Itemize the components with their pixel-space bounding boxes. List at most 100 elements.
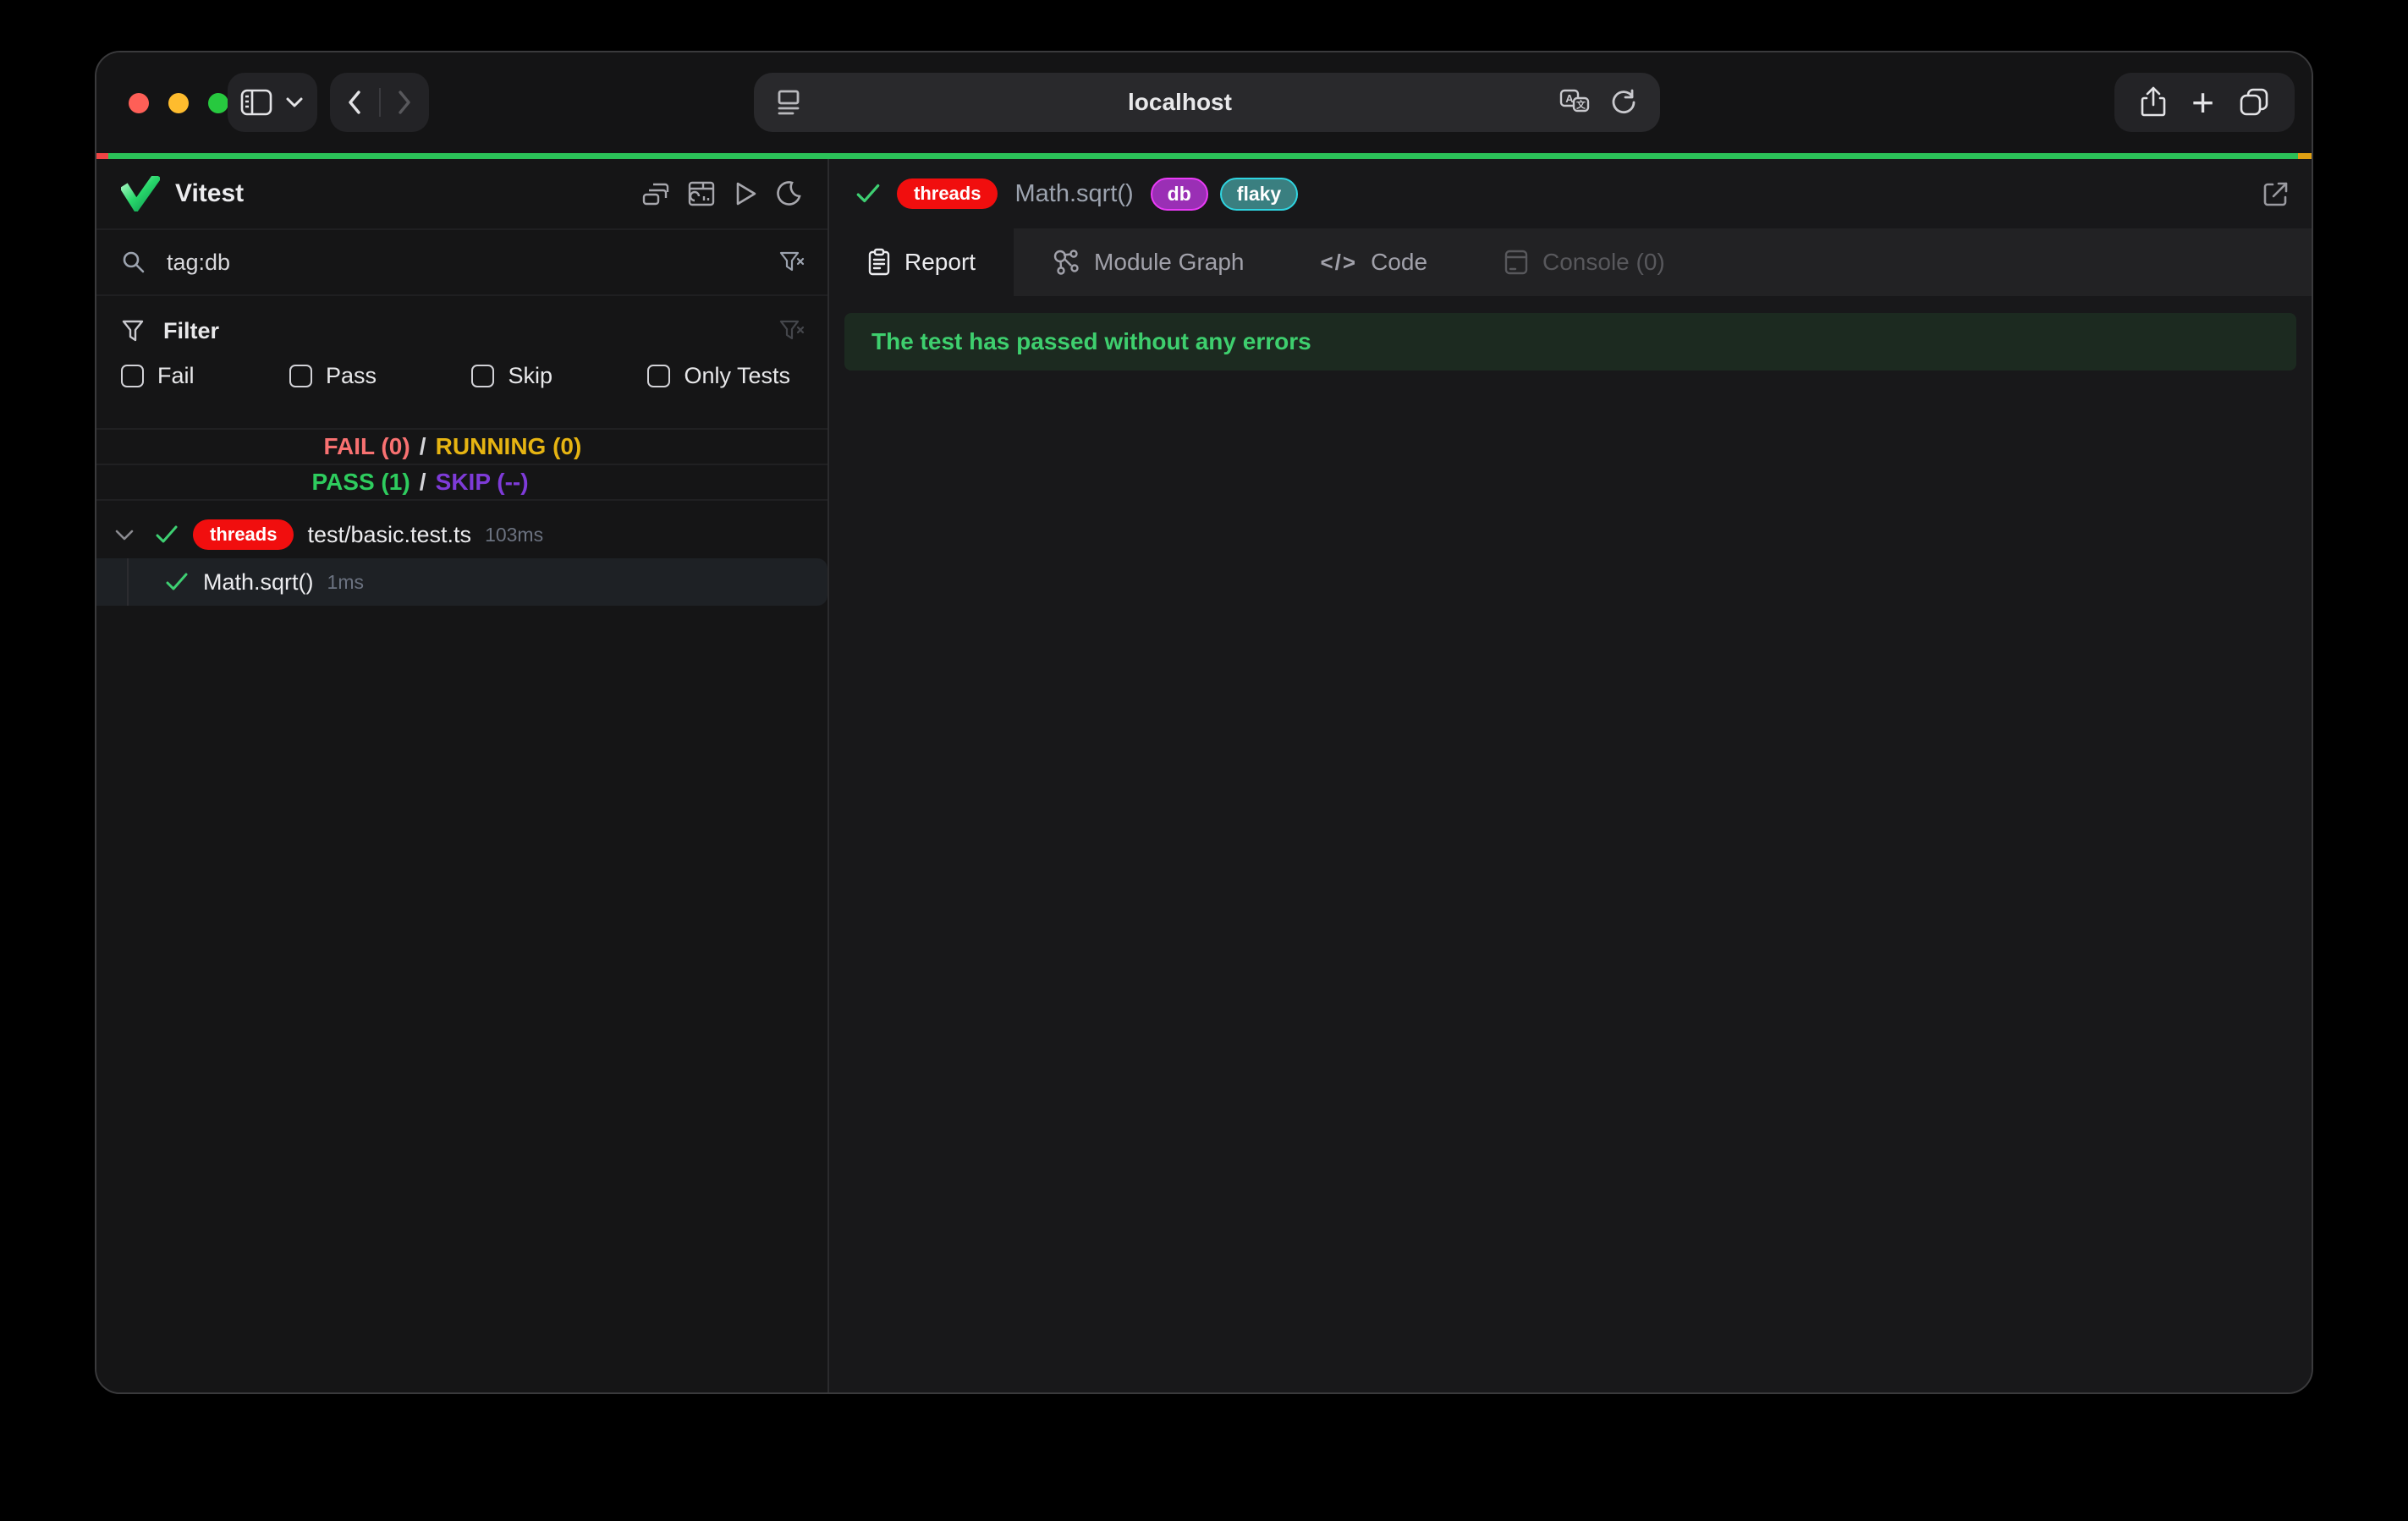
svg-text:文: 文 — [1576, 99, 1586, 111]
toggle-sidebar-button[interactable] — [240, 89, 272, 116]
test-case-row[interactable]: Math.sqrt() 1ms — [96, 558, 827, 606]
chevron-right-icon — [396, 89, 413, 116]
tab-label: Console (0) — [1542, 249, 1665, 276]
progress-fail-segment — [96, 153, 108, 159]
share-button[interactable] — [2140, 86, 2167, 118]
pass-count: PASS (1) — [96, 469, 410, 496]
pass-check-icon — [855, 182, 882, 206]
test-tree: threads test/basic.test.ts 103ms Math.sq… — [96, 511, 827, 1392]
checkbox-icon — [647, 365, 670, 387]
search-icon — [121, 250, 146, 275]
indent-guide — [127, 558, 129, 606]
test-detail-panel: threads Math.sqrt() db flaky — [829, 159, 2312, 1392]
zoom-button[interactable] — [208, 93, 228, 113]
sidebar-header: Vitest — [96, 159, 827, 228]
test-explorer-panel: Vitest — [96, 159, 829, 1392]
chevron-down-icon — [284, 96, 305, 109]
checkbox-icon — [121, 365, 144, 387]
running-count: RUNNING (0) — [436, 433, 827, 460]
test-file-name: test/basic.test.ts — [307, 522, 471, 548]
tag-badge-flaky: flaky — [1220, 178, 1298, 211]
detail-header: threads Math.sqrt() db flaky — [829, 159, 2312, 228]
search-row — [96, 228, 827, 296]
run-all-button[interactable] — [733, 180, 758, 207]
nav-button-group — [330, 73, 429, 132]
tabs-icon — [2239, 87, 2269, 118]
filter-title: Filter — [163, 318, 219, 344]
pass-check-icon — [154, 524, 179, 546]
search-input[interactable] — [165, 249, 778, 277]
collapse-icon — [641, 180, 670, 207]
checkbox-icon — [471, 365, 494, 387]
tab-module-graph[interactable]: Module Graph — [1014, 228, 1282, 296]
vitest-logo — [121, 176, 160, 211]
checkbox-label: Skip — [508, 363, 553, 389]
filter-checkbox-row: Fail Pass Skip Only Tests — [96, 352, 827, 399]
filter-checkbox-fail[interactable]: Fail — [121, 363, 195, 389]
progress-skip-segment — [2298, 153, 2312, 159]
forward-button[interactable] — [396, 89, 413, 116]
reload-icon — [1609, 88, 1638, 117]
test-file-row[interactable]: threads test/basic.test.ts 103ms — [96, 511, 827, 558]
address-bar[interactable]: localhost A 文 — [754, 73, 1660, 132]
pass-check-icon — [164, 571, 190, 593]
pass-banner-text: The test has passed without any errors — [871, 328, 1311, 355]
filter-icon — [121, 318, 145, 343]
sidebar-icon — [240, 89, 272, 116]
module-graph-icon — [1052, 248, 1080, 277]
filter-checkbox-pass[interactable]: Pass — [289, 363, 377, 389]
checkbox-label: Only Tests — [684, 363, 790, 389]
filter-checkbox-only-tests[interactable]: Only Tests — [647, 363, 790, 389]
tab-label: Code — [1371, 249, 1427, 276]
tab-report[interactable]: Report — [829, 228, 1014, 296]
report-icon — [867, 248, 891, 277]
translate-button[interactable]: A 文 — [1559, 88, 1592, 117]
browser-toolbar: localhost A 文 — [96, 52, 2312, 153]
play-icon — [733, 180, 758, 207]
close-button[interactable] — [129, 93, 149, 113]
test-title: Math.sqrt() — [1014, 180, 1133, 208]
moon-icon — [775, 180, 802, 207]
collapse-tests-button[interactable] — [641, 180, 670, 207]
pool-badge: threads — [193, 519, 294, 550]
tab-label: Module Graph — [1094, 249, 1244, 276]
tab-code[interactable]: </> Code — [1282, 228, 1465, 296]
summary-row-fail-running: FAIL (0) / RUNNING (0) — [96, 430, 827, 465]
fail-count: FAIL (0) — [96, 433, 410, 460]
dark-mode-toggle[interactable] — [775, 180, 802, 207]
filter-checkbox-skip[interactable]: Skip — [471, 363, 553, 389]
back-button[interactable] — [346, 89, 363, 116]
clear-search-button[interactable] — [778, 250, 805, 275]
report-content: The test has passed without any errors — [829, 296, 2312, 1392]
new-tab-button[interactable]: + — [2191, 83, 2214, 122]
reload-button[interactable] — [1609, 88, 1638, 117]
reader-icon — [776, 88, 801, 117]
tab-overview-button[interactable] — [2239, 87, 2269, 118]
checkbox-label: Fail — [157, 363, 195, 389]
tab-label: Report — [904, 249, 976, 276]
traffic-lights — [129, 52, 228, 153]
reader-mode-button[interactable] — [776, 88, 801, 117]
tab-console[interactable]: Console (0) — [1465, 228, 1703, 296]
minimize-button[interactable] — [168, 93, 189, 113]
test-summary: FAIL (0) / RUNNING (0) PASS (1) / SKIP (… — [96, 428, 827, 501]
browser-window: localhost A 文 — [95, 51, 2313, 1394]
divider — [379, 88, 381, 117]
pass-banner: The test has passed without any errors — [844, 313, 2296, 371]
clear-filter-button[interactable] — [778, 318, 805, 343]
skip-count: SKIP (--) — [436, 469, 827, 496]
separator: / — [410, 433, 436, 460]
window-actions-group: + — [2114, 73, 2295, 132]
external-link-icon — [2261, 178, 2291, 209]
url-text[interactable]: localhost — [801, 89, 1559, 116]
checkbox-icon — [289, 365, 312, 387]
tag-badge-db: db — [1151, 178, 1208, 211]
sidebar-menu-button[interactable] — [284, 96, 305, 109]
summary-row-pass-skip: PASS (1) / SKIP (--) — [96, 465, 827, 501]
open-in-editor-button[interactable] — [2261, 178, 2291, 209]
chevron-down-icon[interactable] — [113, 527, 135, 542]
test-case-name: Math.sqrt() — [203, 569, 314, 596]
dashboard-button[interactable] — [687, 180, 716, 207]
dashboard-icon — [687, 180, 716, 207]
plus-icon: + — [2191, 83, 2214, 122]
